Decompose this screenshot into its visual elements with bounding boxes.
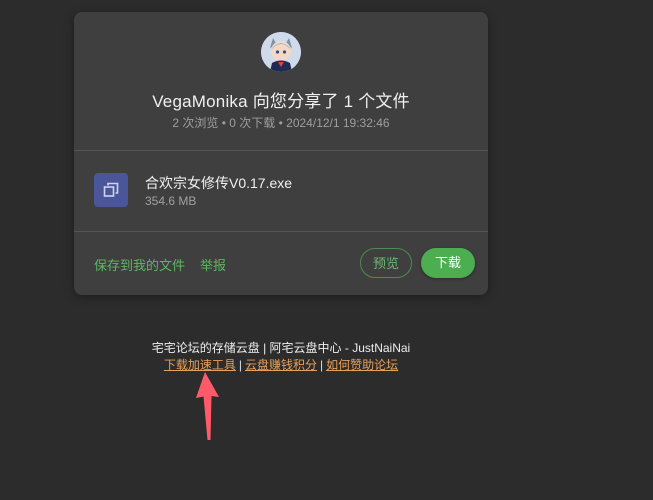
divider-bottom [74, 231, 488, 232]
file-name[interactable]: 合欢宗女修传V0.17.exe [145, 173, 292, 193]
share-title: VegaMonika 向您分享了 1 个文件 [152, 92, 410, 111]
file-type-icon [94, 173, 128, 207]
divider-top [74, 150, 488, 151]
earn-points-link[interactable]: 云盘赚钱积分 [245, 358, 317, 372]
save-to-my-files-link[interactable]: 保存到我的文件 [94, 255, 185, 274]
share-card: VegaMonika 向您分享了 1 个文件 2 次浏览 • 0 次下载 • 2… [74, 12, 488, 295]
footer-separator: | [320, 358, 324, 372]
annotation-arrow-icon [196, 372, 219, 440]
report-link[interactable]: 举报 [200, 255, 226, 274]
avatar [261, 32, 301, 72]
footer-separator: | [238, 358, 242, 372]
footer-site-info: 宅宅论坛的存储云盘 | 阿宅云盘中心 - JustNaiNai [151, 341, 411, 355]
copy-icon [103, 182, 119, 197]
page: VegaMonika 向您分享了 1 个文件 2 次浏览 • 0 次下载 • 2… [0, 0, 653, 500]
footer-links: 下载加速工具 | 云盘赚钱积分 | 如何赞助论坛 [0, 356, 562, 373]
file-size: 354.6 MB [145, 194, 197, 208]
sponsor-forum-link[interactable]: 如何赞助论坛 [326, 358, 398, 372]
share-meta: 2 次浏览 • 0 次下载 • 2024/12/1 19:32:46 [172, 116, 390, 130]
download-button[interactable]: 下载 [421, 248, 475, 278]
preview-button[interactable]: 预览 [360, 248, 412, 278]
